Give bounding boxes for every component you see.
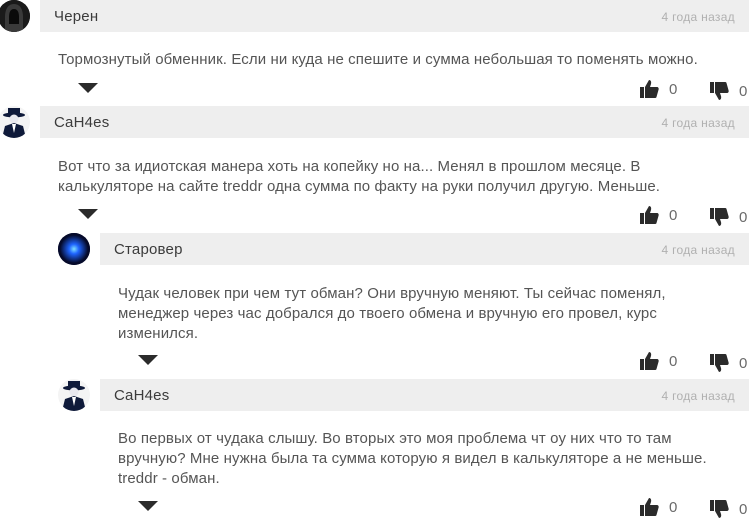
- caret-down-icon: [138, 355, 158, 365]
- thumbs-up-icon: [640, 206, 659, 224]
- anonymous-figure-icon: [58, 379, 90, 411]
- like-button[interactable]: 0: [639, 350, 677, 372]
- comment-date[interactable]: 4 года назад: [662, 10, 736, 24]
- caret-down-icon: [138, 501, 158, 511]
- thumbs-up-icon: [640, 498, 659, 516]
- like-count: 0: [669, 206, 678, 224]
- avatar[interactable]: [58, 233, 90, 265]
- thumbs-down-icon: [710, 208, 729, 226]
- anonymous-figure-icon: [0, 106, 30, 138]
- thumbs-up-icon: [640, 352, 659, 370]
- expand-replies-button[interactable]: [78, 209, 98, 221]
- dislike-button[interactable]: 0: [709, 352, 747, 374]
- author-name[interactable]: Черен: [54, 8, 98, 25]
- comments-list: Черен 4 года назад Тормознутый обменник.…: [0, 0, 749, 518]
- expand-replies-button[interactable]: [138, 501, 158, 513]
- dislike-button[interactable]: 0: [709, 498, 747, 518]
- thumbs-down-icon: [710, 354, 729, 372]
- comment: Черен 4 года назад Тормознутый обменник.…: [0, 0, 749, 104]
- thumbs-up-icon: [640, 80, 659, 98]
- thumbs-down-icon: [710, 500, 729, 518]
- comment-text: Чудак человек при чем тут обман? Они вру…: [118, 285, 666, 342]
- comment-text: Во первых от чудака слышу. Во вторых это…: [118, 430, 707, 487]
- caret-down-icon: [78, 83, 98, 93]
- comment-date[interactable]: 4 года назад: [662, 243, 736, 257]
- dislike-button[interactable]: 0: [709, 206, 747, 228]
- comment-text: Тормознутый обменник. Если ни куда не сп…: [58, 51, 698, 68]
- like-button[interactable]: 0: [639, 204, 677, 226]
- avatar[interactable]: [0, 0, 30, 32]
- like-button[interactable]: 0: [639, 496, 677, 518]
- comment-header: CaH4es 4 года назад: [40, 106, 749, 138]
- comment-date[interactable]: 4 года назад: [662, 116, 736, 130]
- caret-down-icon: [78, 209, 98, 219]
- comment-reply: Старовер 4 года назад Чудак человек при …: [0, 233, 749, 373]
- comment: CaH4es 4 года назад Вот что за идиотская…: [0, 106, 749, 230]
- orb-icon: [58, 233, 90, 265]
- dislike-count: 0: [739, 82, 748, 100]
- author-name[interactable]: CaH4es: [114, 387, 169, 404]
- expand-replies-button[interactable]: [78, 83, 98, 95]
- comment-header: Черен 4 года назад: [40, 0, 749, 32]
- like-count: 0: [669, 498, 678, 516]
- comment-text: Вот что за идиотская манера хоть на копе…: [58, 158, 661, 195]
- hooded-figure-icon: [0, 0, 30, 32]
- comment-reply: CaH4es 4 года назад Во первых от чудака …: [0, 379, 749, 518]
- dislike-count: 0: [739, 208, 748, 226]
- thumbs-down-icon: [710, 82, 729, 100]
- dislike-count: 0: [739, 500, 748, 518]
- comment-date[interactable]: 4 года назад: [662, 389, 736, 403]
- like-button[interactable]: 0: [639, 78, 677, 100]
- avatar[interactable]: [58, 379, 90, 411]
- comment-header: CaH4es 4 года назад: [100, 379, 749, 411]
- like-count: 0: [669, 352, 678, 370]
- author-name[interactable]: CaH4es: [54, 114, 109, 131]
- like-count: 0: [669, 80, 678, 98]
- avatar[interactable]: [0, 106, 30, 138]
- dislike-button[interactable]: 0: [709, 80, 747, 102]
- expand-replies-button[interactable]: [138, 355, 158, 367]
- comment-header: Старовер 4 года назад: [100, 233, 749, 265]
- dislike-count: 0: [739, 354, 748, 372]
- author-name[interactable]: Старовер: [114, 241, 183, 258]
